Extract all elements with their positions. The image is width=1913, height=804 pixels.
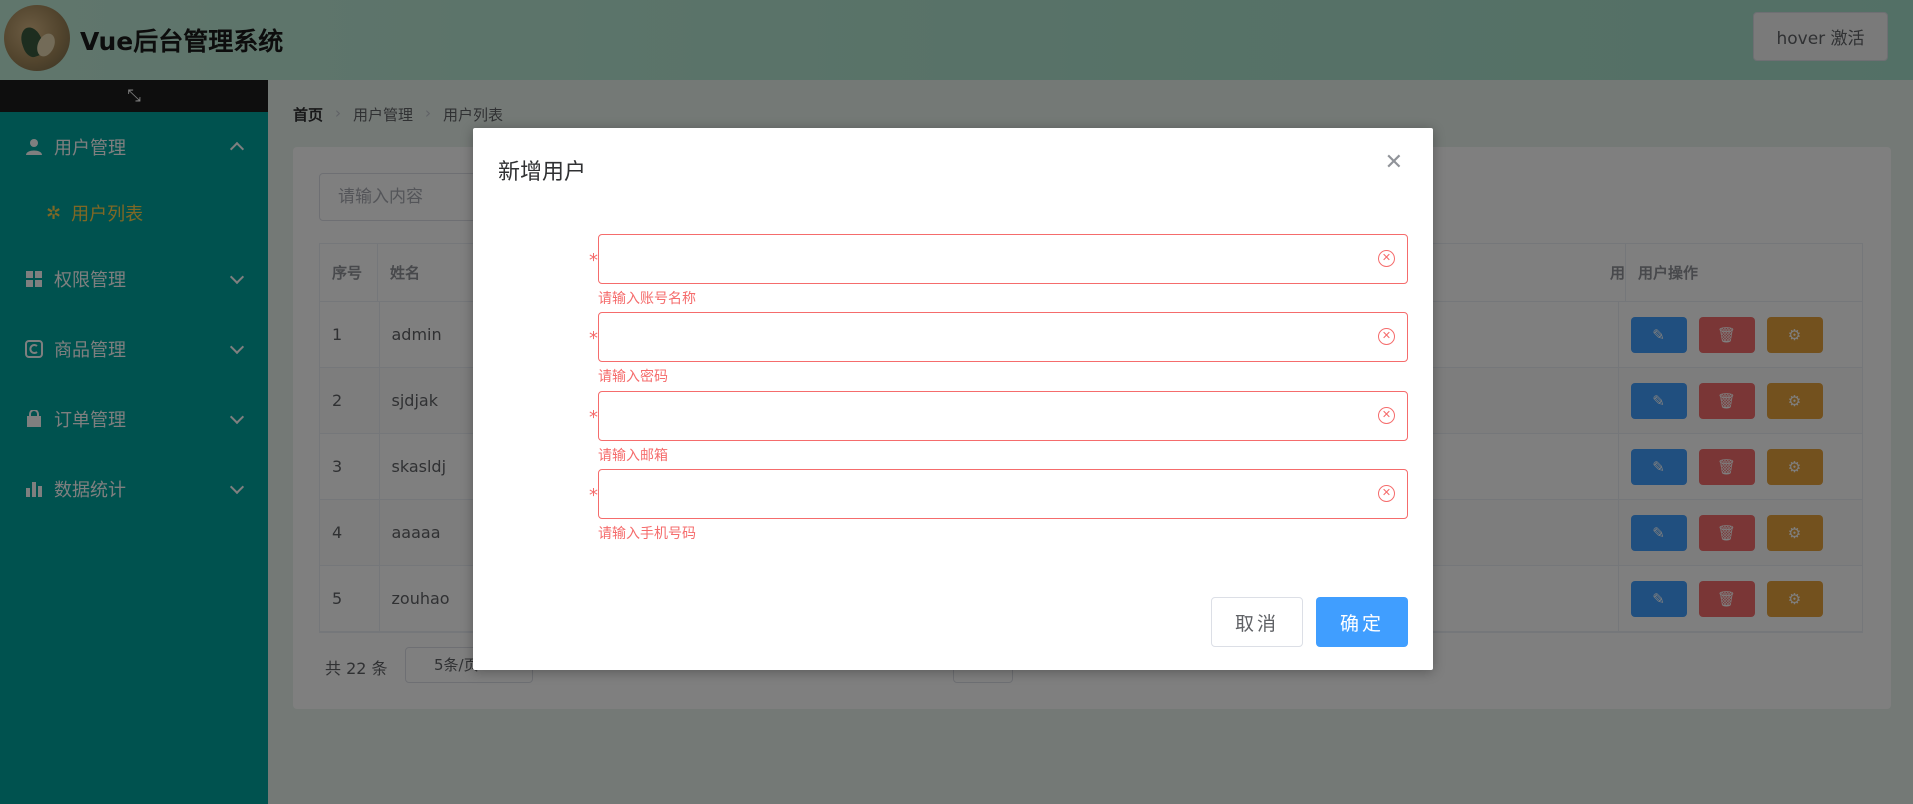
name-input[interactable]: ✕ bbox=[598, 234, 1408, 284]
dialog-title: 新增用户 bbox=[498, 160, 587, 185]
cancel-button[interactable]: 取消 bbox=[1211, 597, 1303, 647]
clear-icon[interactable]: ✕ bbox=[1378, 250, 1395, 267]
required-mark: * bbox=[589, 407, 598, 428]
clear-icon[interactable]: ✕ bbox=[1378, 407, 1395, 424]
form-error: 请输入手机号码 bbox=[598, 526, 696, 542]
clear-icon[interactable]: ✕ bbox=[1378, 328, 1395, 345]
form-error: 请输入账号名称 bbox=[598, 291, 696, 307]
form-error: 请输入邮箱 bbox=[598, 448, 668, 464]
phone-input[interactable]: ✕ bbox=[598, 469, 1408, 519]
confirm-button[interactable]: 确定 bbox=[1316, 597, 1408, 647]
password-input[interactable]: ✕ bbox=[598, 312, 1408, 362]
close-icon[interactable]: ✕ bbox=[1385, 150, 1403, 175]
email-input[interactable]: ✕ bbox=[598, 391, 1408, 441]
required-mark: * bbox=[589, 328, 598, 349]
form-error: 请输入密码 bbox=[598, 369, 668, 385]
clear-icon[interactable]: ✕ bbox=[1378, 485, 1395, 502]
add-user-dialog: 新增用户 ✕ *姓名 ✕ 请输入账号名称 *密码 ✕ 请输入密码 *邮箱 ✕ 请… bbox=[473, 128, 1433, 670]
required-mark: * bbox=[589, 485, 598, 506]
required-mark: * bbox=[589, 250, 598, 271]
